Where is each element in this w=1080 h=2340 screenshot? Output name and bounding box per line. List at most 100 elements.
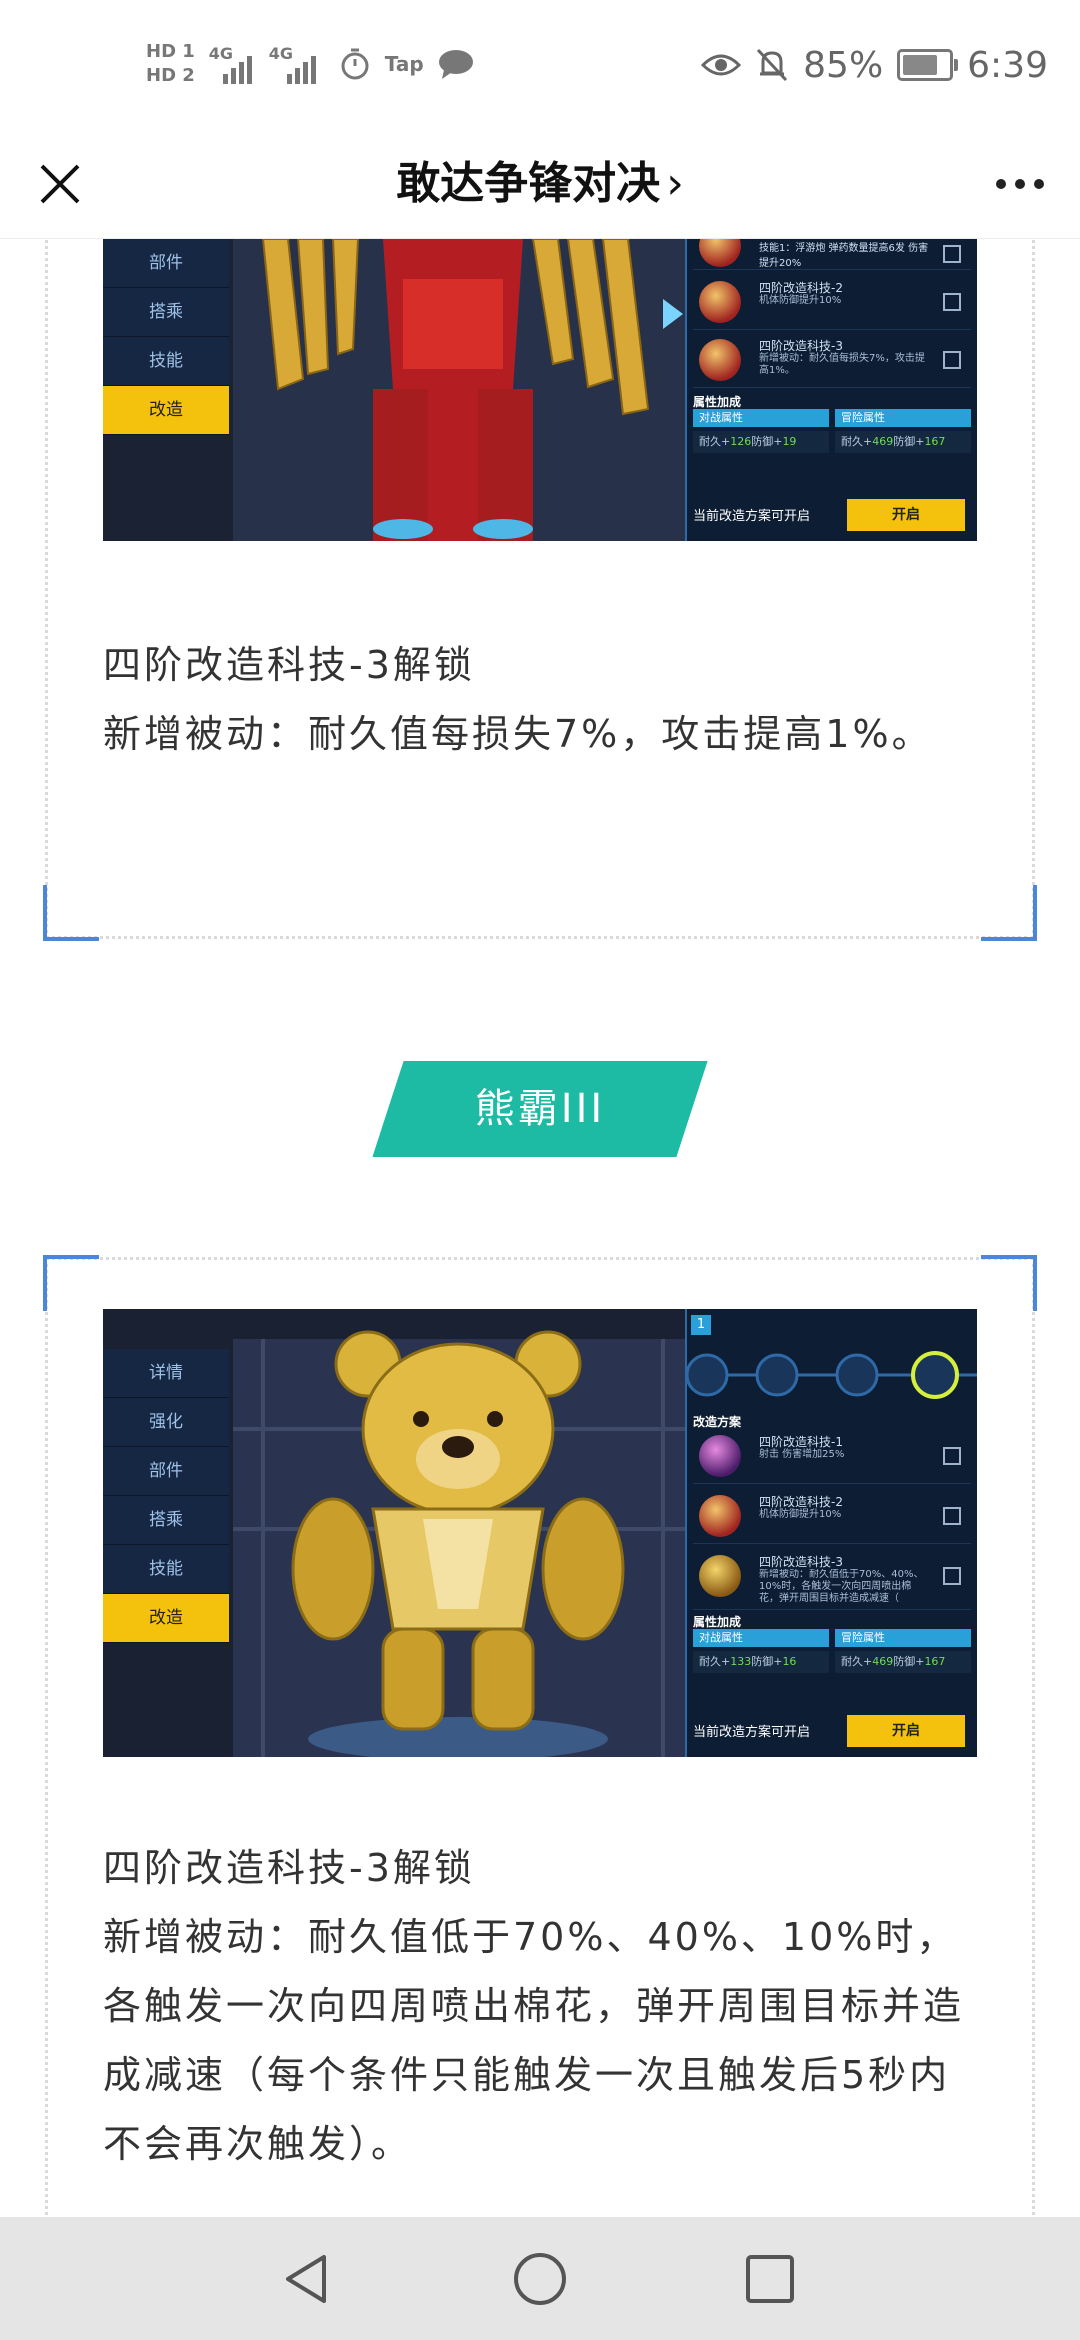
plan-checkbox: [943, 293, 961, 311]
plan-checkbox: [943, 351, 961, 369]
card-1-text: 四阶改造科技-3解锁 新增被动：耐久值每损失7%，攻击提高1%。: [103, 631, 977, 769]
attr-value-right: 耐久+469防御+167: [835, 431, 971, 453]
eye-icon: [701, 54, 742, 76]
attr-values: 耐久+126防御+19 耐久+469防御+167: [693, 431, 971, 453]
mute-bell-icon: [757, 48, 788, 82]
section-tag: 熊霸III: [372, 1061, 708, 1157]
hd-indicator: HD 1 HD 2: [146, 40, 195, 88]
plan-title: 四阶改造科技-3: [759, 1555, 843, 1569]
attr-value-left: 耐久+133防御+16: [693, 1651, 829, 1673]
panel-badge: 1: [691, 1315, 711, 1335]
game-panel-2: 1 改造方案 四阶改造科技-1 射击 伤害增加25% 四阶改造科技-2 机体防御…: [685, 1309, 977, 1757]
attr-tab: 冒险属性: [835, 409, 971, 427]
open-button: 开启: [847, 1715, 965, 1747]
card-1: 部件 搭乘 技能 改造 技能1：浮游炮 弹药数量提高6发 伤害提升20% 四阶改…: [43, 239, 1037, 941]
attr-tab: 对战属性: [693, 1629, 829, 1647]
plan-title: 四阶改造科技-1: [759, 1435, 843, 1449]
card-2: 详情 强化 部件 搭乘 技能 改造 1 改造方案 四阶改造科技-1 射击 伤害增…: [43, 1255, 1037, 2217]
section-tag-label: 熊霸III: [474, 1086, 606, 1132]
dot-icon: [996, 179, 1006, 189]
plan-row: 四阶改造科技-1 射击 伤害增加25%: [693, 1429, 971, 1484]
plan-checkbox: [943, 1447, 961, 1465]
game-menu-item: 部件: [103, 239, 229, 288]
tech-slots: [687, 1351, 977, 1399]
article-content[interactable]: 部件 搭乘 技能 改造 技能1：浮游炮 弹药数量提高6发 伤害提升20% 四阶改…: [0, 239, 1080, 2217]
status-bar: HD 1 HD 2 4G 4G Tap 85% 6:39: [0, 0, 1080, 130]
game-panel-1: 技能1：浮游炮 弹药数量提高6发 伤害提升20% 四阶改造科技-2 机体防御提升…: [685, 239, 977, 541]
recents-button[interactable]: [740, 2249, 800, 2309]
game-menu-item: 技能: [103, 1545, 229, 1594]
game-menu-item: 强化: [103, 1398, 229, 1447]
open-button: 开启: [847, 499, 965, 531]
status-right: 85% 6:39: [701, 40, 1048, 90]
card-2-body: 新增被动：耐久值低于70%、40%、10%时，各触发一次向四周喷出棉花，弹开周围…: [103, 1915, 965, 2166]
signal-icon-2: 4G: [269, 44, 325, 84]
home-button[interactable]: [510, 2249, 570, 2309]
plan-icon: [699, 1495, 741, 1537]
game-menu-1: 部件 搭乘 技能 改造: [103, 239, 229, 435]
attr-value-right: 耐久+469防御+167: [835, 1651, 971, 1673]
plan-desc: 射击 伤害增加25%: [759, 1449, 845, 1460]
battery-icon: [897, 49, 959, 81]
card-2-text: 四阶改造科技-3解锁 新增被动：耐久值低于70%、40%、10%时，各触发一次向…: [103, 1834, 977, 2179]
signal-icon: 4G: [209, 44, 255, 84]
open-label: 当前改造方案可开启: [693, 1725, 811, 1740]
hd1-label: HD 1: [146, 41, 195, 62]
plan-desc: 机体防御提升10%: [759, 295, 842, 306]
dot-icon: [1034, 179, 1044, 189]
game-menu-item-active: 改造: [103, 1594, 229, 1643]
game-screenshot-1: 部件 搭乘 技能 改造 技能1：浮游炮 弹药数量提高6发 伤害提升20% 四阶改…: [103, 239, 977, 541]
plan-desc: 新增被动：耐久值低于70%、40%、10%时，各触发一次向四周喷出棉花，弹开周围…: [759, 1569, 924, 1604]
game-screenshot-2: 详情 强化 部件 搭乘 技能 改造 1 改造方案 四阶改造科技-1 射击 伤害增…: [103, 1309, 977, 1757]
stopwatch-icon: [341, 48, 369, 80]
game-menu-item: 技能: [103, 337, 229, 386]
attr-tabs: 对战属性 冒险属性: [693, 409, 971, 427]
open-row: 当前改造方案可开启 开启: [693, 495, 971, 535]
plan-row: 四阶改造科技-2 机体防御提升10%: [693, 1489, 971, 1544]
game-menu-item: 详情: [103, 1349, 229, 1398]
hd2-label: HD 2: [146, 65, 195, 86]
plan-title: 四阶改造科技-3: [759, 339, 843, 353]
net1-label: 4G: [208, 44, 234, 63]
attr-tabs: 对战属性 冒险属性: [693, 1629, 971, 1647]
game-menu-item-active: 改造: [103, 386, 229, 435]
dot-icon: [1015, 179, 1025, 189]
clock-time: 6:39: [967, 44, 1048, 86]
plan-title: 技能1：浮游炮 弹药数量提高6发 伤害提升20%: [759, 243, 929, 269]
tap-app-label: Tap: [384, 52, 424, 76]
plan-desc: 机体防御提升10%: [759, 1509, 842, 1520]
more-options-button[interactable]: [986, 158, 1054, 210]
chevron-right-icon: ›: [666, 158, 684, 209]
plan-desc: 新增被动：耐久值每损失7%，攻击提高1%。: [759, 353, 925, 376]
game-menu-2: 详情 强化 部件 搭乘 技能 改造: [103, 1349, 229, 1643]
page-title[interactable]: 敢达争锋对决 ›: [0, 130, 1080, 238]
back-button[interactable]: [278, 2249, 338, 2309]
navigation-bar: [0, 2217, 1080, 2340]
plan-checkbox: [943, 1567, 961, 1585]
open-row: 当前改造方案可开启 开启: [693, 1711, 971, 1751]
page-title-text: 敢达争锋对决: [396, 158, 661, 209]
circle-home-icon: [514, 2253, 566, 2305]
attr-tab: 冒险属性: [835, 1629, 971, 1647]
card-1-heading: 四阶改造科技-3解锁: [103, 643, 475, 687]
plan-row: 四阶改造科技-3 新增被动：耐久值每损失7%，攻击提高1%。: [693, 333, 971, 388]
triangle-back-icon: [286, 2255, 326, 2303]
attr-title: 属性加成: [693, 1615, 742, 1629]
plan-icon: [699, 339, 741, 381]
battery-percent: 85%: [803, 44, 884, 86]
game-menu-item: 部件: [103, 1447, 229, 1496]
plan-checkbox: [943, 1507, 961, 1525]
plan-icon: [699, 1555, 741, 1597]
game-menu-item: 搭乘: [103, 1496, 229, 1545]
square-recents-icon: [746, 2255, 794, 2303]
plan-row: 技能1：浮游炮 弹药数量提高6发 伤害提升20%: [693, 239, 971, 270]
game-menu-item: 搭乘: [103, 288, 229, 337]
title-bar: 敢达争锋对决 ›: [0, 130, 1080, 239]
plan-icon: [699, 281, 741, 323]
attr-tab: 对战属性: [693, 409, 829, 427]
chat-bubble-icon: [438, 50, 473, 79]
attr-values: 耐久+133防御+16 耐久+469防御+167: [693, 1651, 971, 1673]
plan-row: 四阶改造科技-3 新增被动：耐久值低于70%、40%、10%时，各触发一次向四周…: [693, 1549, 971, 1610]
net2-label: 4G: [268, 44, 294, 63]
card-2-heading: 四阶改造科技-3解锁: [103, 1846, 475, 1890]
